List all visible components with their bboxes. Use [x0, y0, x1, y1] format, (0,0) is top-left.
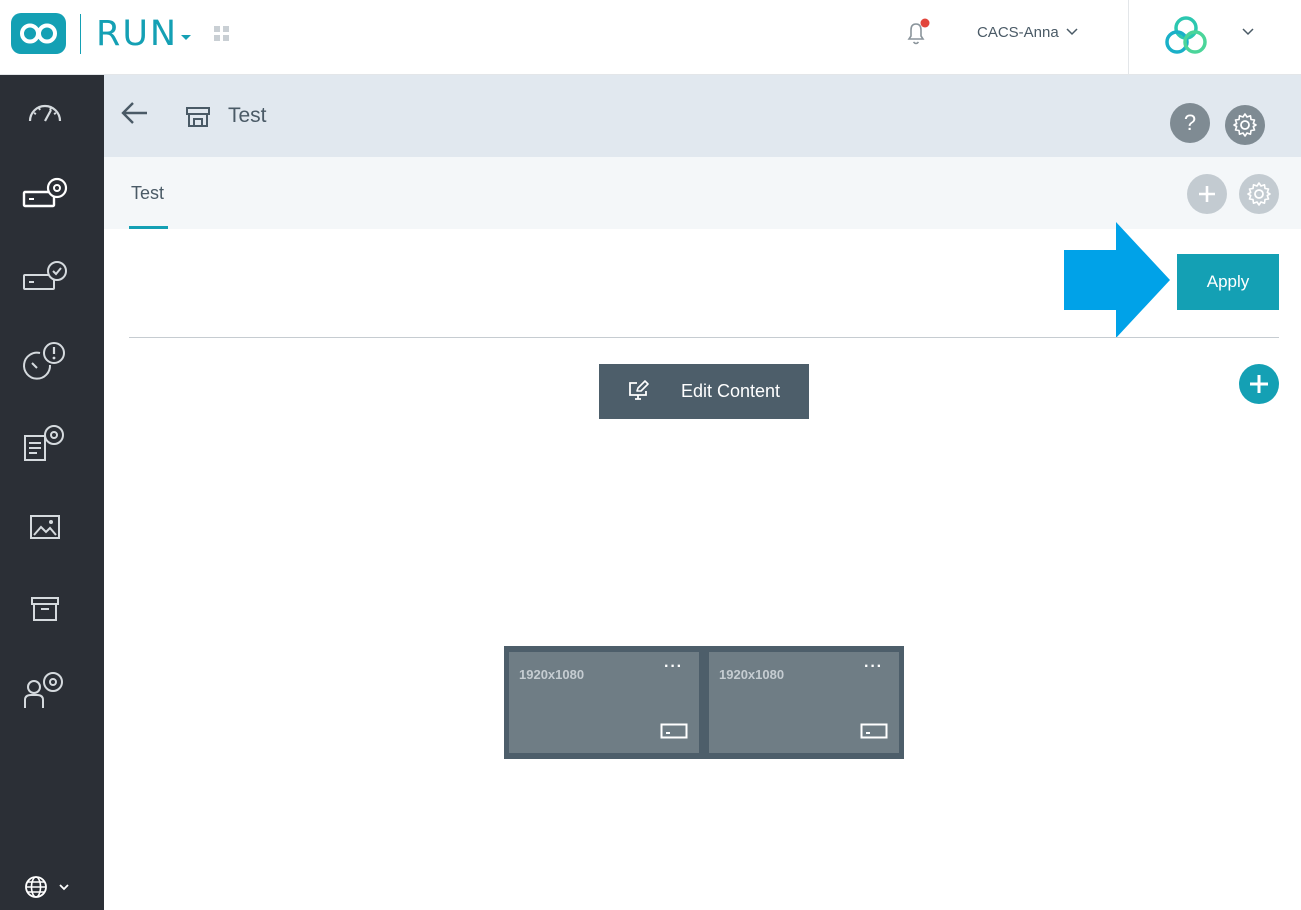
- globe-icon: [25, 876, 69, 898]
- page-title: Test: [228, 104, 267, 127]
- logo-divider: [80, 14, 81, 54]
- sidebar-item-dashboard[interactable]: [22, 89, 68, 135]
- sidebar-item-media[interactable]: [22, 504, 68, 550]
- plus-icon: [1199, 186, 1215, 202]
- add-item-button[interactable]: [1239, 364, 1279, 404]
- user-avatar-icon[interactable]: [1161, 14, 1211, 58]
- device-check-icon: [23, 261, 67, 290]
- divider: [129, 337, 1279, 338]
- sidebar-item-alerts[interactable]: [22, 338, 68, 384]
- edit-content-label: Edit Content: [681, 381, 781, 401]
- alerts-icon: [23, 342, 65, 380]
- hint-arrow-icon: [1064, 222, 1170, 338]
- help-button[interactable]: ?: [1170, 103, 1210, 143]
- gear-icon: [1247, 182, 1271, 206]
- display-icon: [660, 723, 688, 739]
- display-icon: [860, 723, 888, 739]
- sidebar-item-archive[interactable]: [22, 586, 68, 632]
- more-options-icon[interactable]: ···: [664, 658, 683, 676]
- sidebar-item-user-settings[interactable]: [22, 667, 68, 713]
- app-switcher-label[interactable]: RUN: [96, 14, 178, 54]
- account-chevron-down-icon[interactable]: [1066, 26, 1078, 38]
- back-arrow-icon[interactable]: [119, 99, 151, 127]
- account-name[interactable]: CACS-Anna: [977, 24, 1059, 41]
- media-icon: [30, 515, 60, 539]
- sidebar-item-reports-settings[interactable]: [22, 421, 68, 467]
- screen-tile[interactable]: 1920x1080 ···: [509, 652, 699, 753]
- page-header: Test ?: [104, 75, 1301, 157]
- plus-icon: [1250, 375, 1268, 393]
- infinity-icon: [20, 23, 57, 44]
- language-selector[interactable]: [22, 872, 74, 907]
- tab-bar: Test: [104, 157, 1301, 229]
- page-settings-button[interactable]: [1225, 105, 1265, 145]
- sidebar-item-device-settings[interactable]: [22, 172, 68, 218]
- user-settings-icon: [24, 672, 63, 708]
- store-icon: [186, 107, 210, 127]
- reports-settings-icon: [24, 425, 64, 461]
- apply-button[interactable]: Apply: [1177, 254, 1279, 310]
- notification-bell-icon[interactable]: [902, 18, 932, 48]
- screen-tile[interactable]: 1920x1080 ···: [709, 652, 899, 753]
- topbar-separator: [1128, 0, 1129, 75]
- sidebar-item-device-check[interactable]: [22, 255, 68, 301]
- user-chevron-down-icon[interactable]: [1242, 26, 1254, 38]
- top-bar: RUN CACS-Anna: [0, 0, 1301, 75]
- apps-grid-icon[interactable]: [214, 26, 230, 42]
- screen-layout: 1920x1080 ··· 1920x1080 ···: [504, 646, 904, 759]
- app-logo[interactable]: [11, 13, 66, 54]
- edit-content-button[interactable]: Edit Content: [599, 364, 809, 419]
- add-tab-button[interactable]: [1187, 174, 1227, 214]
- edit-screen-icon: [629, 380, 649, 400]
- more-options-icon[interactable]: ···: [864, 658, 883, 676]
- active-tab-indicator: [129, 226, 168, 229]
- screen-resolution: 1920x1080: [519, 667, 585, 682]
- sidebar: [0, 75, 104, 910]
- dashboard-icon: [28, 104, 62, 122]
- device-settings-icon: [22, 177, 68, 208]
- tab-settings-button[interactable]: [1239, 174, 1279, 214]
- gear-icon: [1233, 113, 1257, 137]
- screen-resolution: 1920x1080: [719, 667, 785, 682]
- app-switcher-caret-icon[interactable]: [181, 35, 191, 40]
- archive-icon: [31, 597, 59, 621]
- tab-test[interactable]: Test: [131, 183, 164, 204]
